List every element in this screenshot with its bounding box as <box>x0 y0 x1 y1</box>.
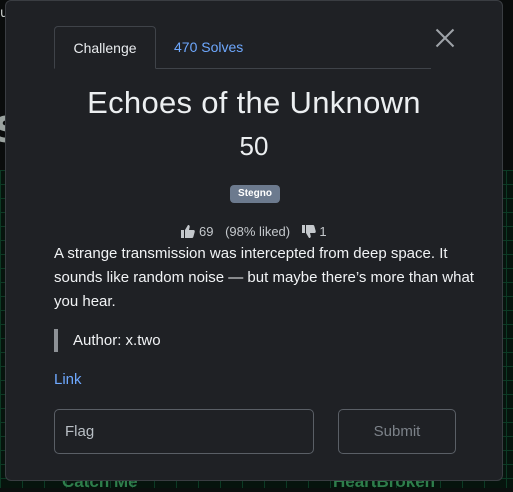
likes-count: 69 <box>199 224 214 240</box>
thumbs-up-icon[interactable] <box>181 225 196 239</box>
challenge-points: 50 <box>239 131 269 161</box>
dislikes-count: 1 <box>319 224 327 240</box>
challenge-modal: Challenge 470 Solves Echoes of the Unkno… <box>5 0 503 481</box>
tab-solves[interactable]: 470 Solves <box>174 26 243 68</box>
tab-challenge[interactable]: Challenge <box>54 26 156 69</box>
flag-input[interactable] <box>54 409 314 454</box>
challenge-description: A strange transmission was intercepted f… <box>54 245 474 310</box>
challenge-link[interactable]: Link <box>54 371 82 388</box>
vote-summary: 69 (98% liked) 1 <box>6 223 502 239</box>
challenge-title: Echoes of the Unknown <box>87 85 421 120</box>
modal-tabs: Challenge 470 Solves <box>54 26 431 69</box>
submit-button[interactable]: Submit <box>338 409 456 454</box>
close-icon[interactable] <box>434 27 456 49</box>
thumbs-down-icon[interactable] <box>301 225 316 239</box>
category-badge: Stegno <box>230 185 280 203</box>
author-line: Author: x.two <box>54 329 161 352</box>
liked-percent: (98% liked) <box>225 224 291 240</box>
